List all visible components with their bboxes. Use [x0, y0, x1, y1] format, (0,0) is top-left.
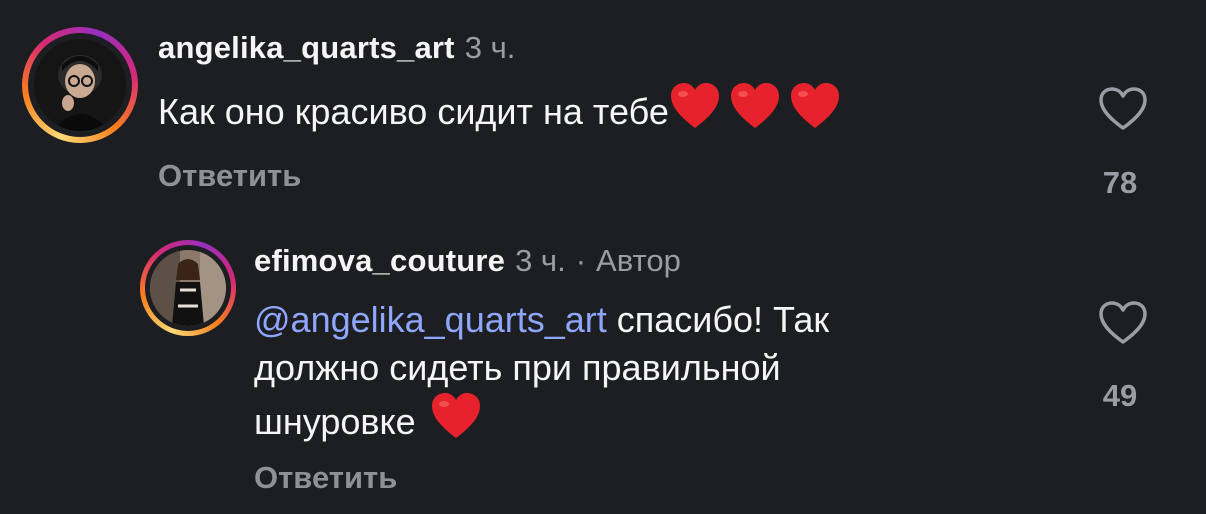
comment-body: Как оно красиво сидит на тебе	[158, 91, 669, 132]
heart-emoji	[729, 82, 781, 142]
avatar-person-icon	[34, 39, 126, 131]
reply-button[interactable]: Ответить	[254, 460, 397, 496]
heart-emoji	[430, 392, 482, 452]
like-count: 78	[1102, 165, 1138, 200]
comment-header: angelika_quarts_art 3 ч.	[158, 30, 515, 66]
comment-header: efimova_couture 3 ч. · Автор	[254, 243, 681, 279]
timestamp: 3 ч.	[464, 30, 516, 65]
comment-text: Как оно красиво сидит на тебе	[158, 82, 841, 142]
heart-outline-icon	[1099, 301, 1147, 344]
comment-line-3: шнуровке	[254, 392, 1074, 452]
username[interactable]: efimova_couture	[254, 243, 505, 278]
avatar	[150, 250, 226, 326]
comment-text: @angelika_quarts_art спасибо! Так должно…	[254, 296, 1074, 452]
like-count: 49	[1102, 378, 1138, 413]
comment-body-3: шнуровке	[254, 401, 416, 442]
avatar-story-ring[interactable]	[140, 240, 236, 336]
comment-line-1: @angelika_quarts_art спасибо! Так	[254, 296, 1074, 344]
separator-dot: ·	[575, 243, 587, 278]
timestamp: 3 ч.	[515, 243, 566, 278]
avatar-story-ring[interactable]	[22, 27, 138, 143]
comment-body-2: должно сидеть при правильной	[254, 347, 781, 388]
reply-button[interactable]: Ответить	[158, 158, 301, 194]
heart-emoji	[789, 82, 841, 142]
like-button[interactable]	[1098, 300, 1148, 346]
avatar	[34, 39, 126, 131]
avatar-person-icon	[150, 250, 226, 326]
mention-link[interactable]: @angelika_quarts_art	[254, 299, 607, 340]
like-button[interactable]	[1098, 86, 1148, 132]
author-badge: Автор	[596, 243, 681, 278]
comment-body-1: спасибо! Так	[606, 299, 830, 340]
username[interactable]: angelika_quarts_art	[158, 30, 455, 65]
heart-outline-icon	[1099, 87, 1147, 130]
heart-emoji	[669, 82, 721, 142]
